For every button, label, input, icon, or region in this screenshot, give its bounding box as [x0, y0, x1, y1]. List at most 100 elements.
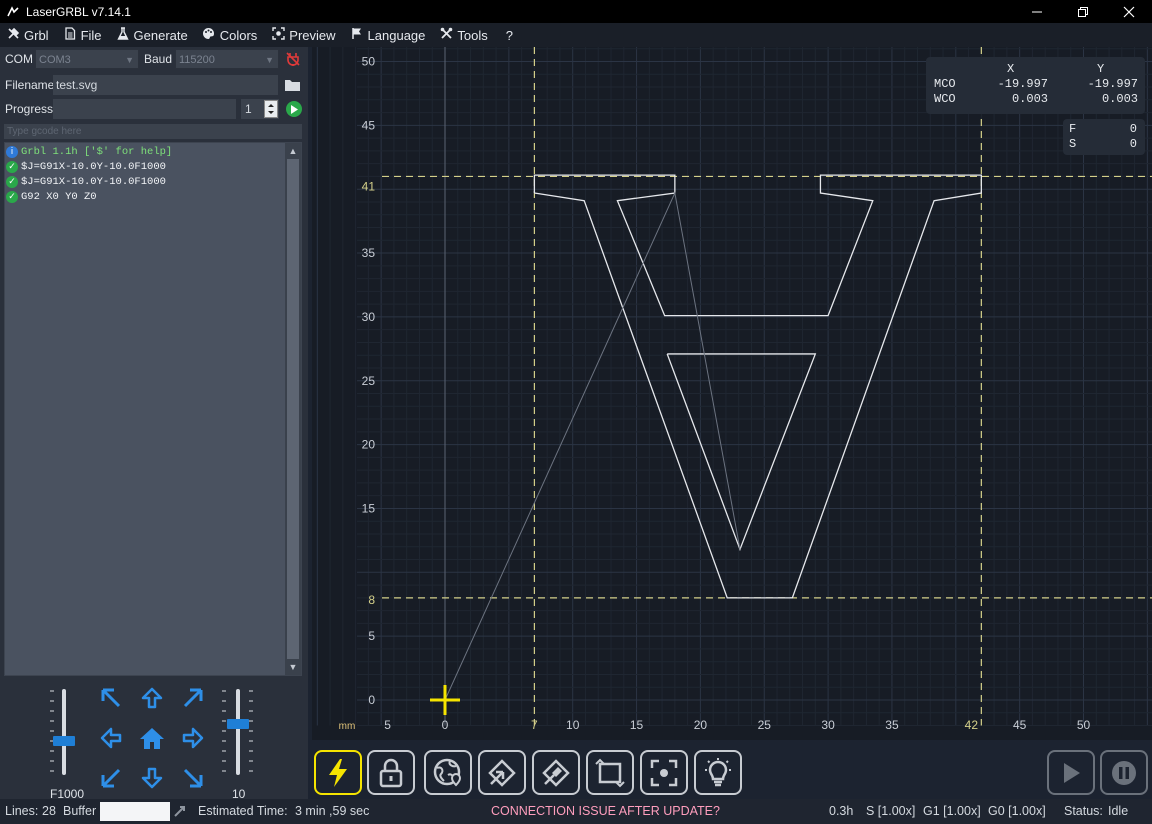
info-icon: i — [6, 145, 18, 158]
f-label: F — [1069, 122, 1077, 136]
status-label: Status: — [1064, 804, 1103, 818]
jog-down-left-button[interactable] — [96, 763, 126, 793]
y-tick-label: 20 — [362, 438, 376, 452]
laser-button[interactable] — [694, 750, 742, 795]
com-select[interactable]: COM3 ▼ — [35, 49, 139, 69]
jog-down-right-button[interactable] — [178, 763, 208, 793]
copies-stepper[interactable]: 1 — [241, 99, 279, 119]
menu-language[interactable]: Language — [350, 27, 425, 43]
update-warning-link[interactable]: CONNECTION ISSUE AFTER UPDATE? — [491, 804, 720, 818]
menu-colors[interactable]: Colors — [202, 27, 257, 43]
x-tick-label: 0 — [442, 718, 449, 732]
unlock-button[interactable] — [367, 750, 415, 795]
jog-step-thumb[interactable] — [227, 719, 249, 730]
reset-button[interactable] — [424, 750, 472, 795]
filename-label: Filename — [5, 78, 55, 92]
disconnected-icon[interactable] — [284, 50, 302, 68]
speed-override[interactable]: S [1.00x] — [866, 804, 915, 818]
g0-override[interactable]: G0 [1.00x] — [988, 804, 1046, 818]
console-scrollbar[interactable]: ▲ ▼ — [285, 143, 301, 675]
arrow-right-icon — [182, 727, 204, 749]
filename-field[interactable]: test.svg — [53, 75, 278, 95]
preview-canvas[interactable]: 5 0 10 15 20 25 30 35 45 50 50 45 35 30 25 20 15 5 0 mm 7 42 4… — [312, 47, 1152, 740]
jog-home-button[interactable] — [137, 723, 167, 753]
baud-select[interactable]: 115200 ▼ — [175, 49, 279, 69]
jog-step-slider[interactable] — [222, 689, 254, 775]
command-toolbar — [308, 740, 1152, 799]
status-bar: Lines: 28 Buffer Estimated Time: 3 min ,… — [0, 799, 1152, 824]
abort-button[interactable] — [1100, 750, 1148, 795]
console-log[interactable]: i Grbl 1.1h ['$' for help] ✓ $J=G91X-10.… — [4, 142, 302, 676]
bound-label-x-min: 7 — [531, 718, 538, 732]
com-label: COM — [5, 52, 33, 66]
jog-up-right-button[interactable] — [178, 683, 208, 713]
center-button[interactable] — [532, 750, 580, 795]
run-button[interactable] — [1047, 750, 1095, 795]
close-button[interactable] — [1106, 0, 1152, 23]
menu-preview-label: Preview — [289, 27, 336, 43]
preview-icon — [271, 27, 285, 43]
com-value: COM3 — [39, 54, 71, 66]
pause-icon — [1112, 760, 1136, 785]
flask-icon — [116, 27, 130, 43]
maximize-button[interactable] — [1060, 0, 1106, 23]
jog-speed-slider[interactable] — [48, 689, 80, 775]
minimize-button[interactable] — [1014, 0, 1060, 23]
console-line: ✓ $J=G91X-10.0Y-10.0F1000 — [5, 159, 285, 174]
jog-down-button[interactable] — [137, 763, 167, 793]
baud-value: 115200 — [179, 54, 215, 66]
run-program-icon[interactable] — [286, 101, 302, 117]
chevron-down-icon: ▼ — [265, 55, 274, 65]
jog-left-button[interactable] — [96, 723, 126, 753]
coordinates-panel: X Y MCO -19.997 -19.997 WCO 0.003 0.003 — [926, 57, 1145, 114]
arrow-up-left-icon — [101, 688, 121, 708]
arrow-left-icon — [100, 727, 122, 749]
homing-button[interactable] — [478, 750, 526, 795]
menu-grbl[interactable]: Grbl — [6, 27, 49, 43]
g1-override[interactable]: G1 [1.00x] — [923, 804, 981, 818]
console-line: ✓ $J=G91X-10.0Y-10.0F1000 — [5, 174, 285, 189]
connect-button[interactable] — [314, 750, 362, 795]
menu-file[interactable]: File — [63, 27, 102, 43]
y-tick-label: 45 — [362, 118, 376, 132]
wco-label: WCO — [934, 92, 956, 106]
s-label: S — [1069, 137, 1077, 151]
feed-spindle-panel: F 0 S 0 — [1063, 119, 1145, 155]
lightning-icon — [329, 758, 347, 787]
focus-button[interactable] — [640, 750, 688, 795]
flag-icon — [350, 27, 364, 43]
arrow-up-right-icon — [183, 688, 203, 708]
menu-help[interactable]: ? — [506, 28, 513, 43]
console-line-text: G92 X0 Y0 Z0 — [21, 190, 97, 203]
title-bar: LaserGRBL v7.14.1 — [0, 0, 1152, 23]
stepper-arrows-icon[interactable] — [265, 101, 277, 117]
x-tick-label: 15 — [630, 718, 644, 732]
estimated-time-label: Estimated Time: — [198, 804, 288, 818]
jog-up-button[interactable] — [137, 683, 167, 713]
menu-tools[interactable]: Tools — [439, 27, 488, 43]
travel-path — [444, 191, 741, 701]
console-line-text: Grbl 1.1h ['$' for help] — [21, 145, 173, 158]
jog-up-left-button[interactable] — [96, 683, 126, 713]
lines-label: Lines: — [5, 804, 39, 818]
menu-generate[interactable]: Generate — [116, 27, 188, 43]
buffer-label: Buffer — [63, 804, 97, 818]
jog-right-button[interactable] — [178, 723, 208, 753]
scroll-down-icon[interactable]: ▼ — [285, 659, 301, 675]
progress-label: Progress — [5, 102, 54, 116]
console-line: i Grbl 1.1h ['$' for help] — [5, 144, 285, 159]
buffer-bar — [100, 802, 170, 821]
folder-icon[interactable] — [284, 76, 302, 94]
globe-icon — [433, 758, 462, 786]
scroll-up-icon[interactable]: ▲ — [285, 143, 301, 159]
x-tick-label: 25 — [758, 718, 772, 732]
gcode-input[interactable]: Type gcode here — [4, 124, 302, 139]
jog-speed-thumb[interactable] — [53, 736, 75, 747]
menu-preview[interactable]: Preview — [271, 27, 336, 43]
frame-button[interactable] — [586, 750, 634, 795]
buffer-icon — [174, 804, 188, 821]
progress-bar — [53, 99, 236, 119]
arrow-down-right-icon — [183, 768, 203, 788]
scrollbar-thumb[interactable] — [287, 159, 299, 659]
arrow-down-icon — [141, 767, 163, 789]
